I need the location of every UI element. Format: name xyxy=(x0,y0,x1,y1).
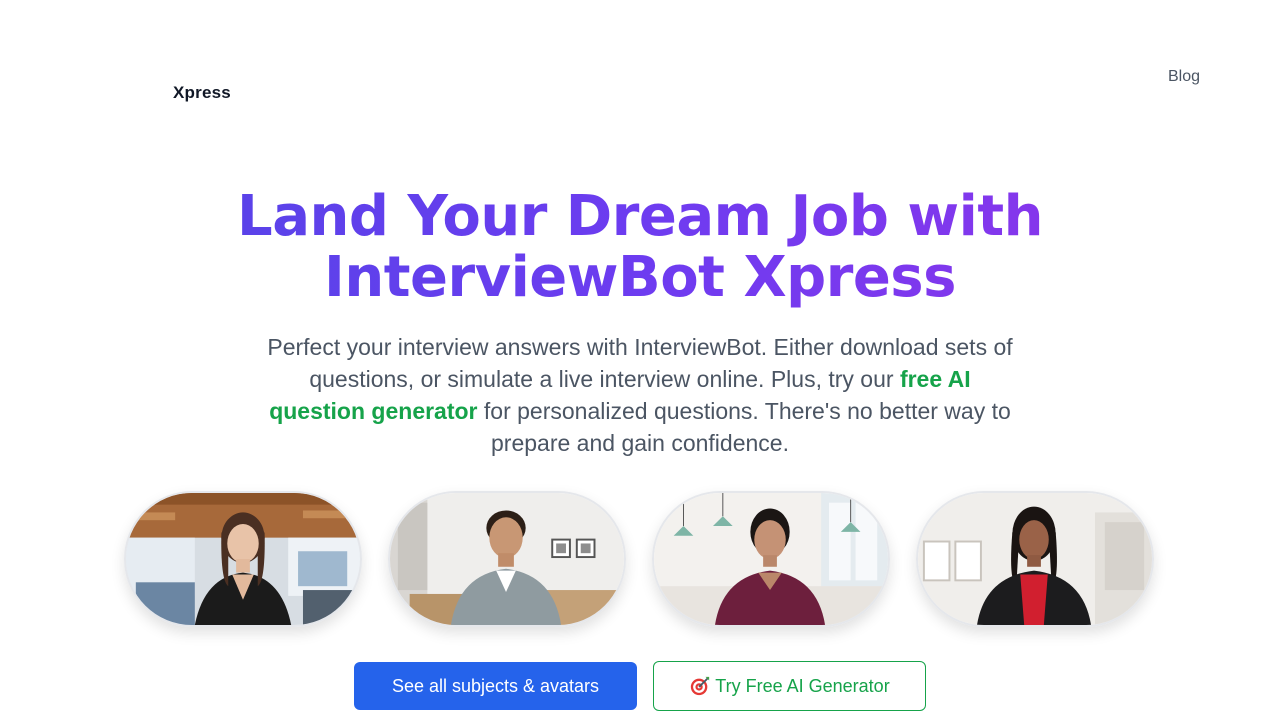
hero-subtitle-text-after: for personalized questions. There's no b… xyxy=(477,398,1011,456)
avatar-woman-blazer[interactable] xyxy=(916,491,1154,627)
avatar-woman-office-image xyxy=(126,493,360,625)
logo[interactable]: Xpress xyxy=(173,83,231,103)
try-free-ai-generator-label: Try Free AI Generator xyxy=(715,675,890,696)
try-free-ai-generator-button[interactable]: Try Free AI Generator xyxy=(653,661,926,711)
target-icon xyxy=(691,676,710,696)
avatar-gallery xyxy=(124,491,1156,627)
avatar-man-scrubs[interactable] xyxy=(388,491,626,627)
avatar-man-scrubs-image xyxy=(390,493,624,625)
hero-title-line-2: InterviewBot Xpress xyxy=(324,245,956,310)
see-all-subjects-button[interactable]: See all subjects & avatars xyxy=(354,662,637,710)
hero-subtitle: Perfect your interview answers with Inte… xyxy=(260,331,1020,459)
landing-page: Xpress Blog Land Your Dream Job with Int… xyxy=(0,0,1280,720)
hero-title-line-1: Land Your Dream Job with xyxy=(237,184,1043,249)
nav-link-blog[interactable]: Blog xyxy=(1168,68,1200,86)
avatar-woman-kitchen[interactable] xyxy=(652,491,890,627)
avatar-woman-kitchen-image xyxy=(654,493,888,625)
avatar-woman-blazer-image xyxy=(918,493,1152,625)
avatar-woman-office[interactable] xyxy=(124,491,362,627)
hero-title: Land Your Dream Job with InterviewBot Xp… xyxy=(0,186,1280,308)
